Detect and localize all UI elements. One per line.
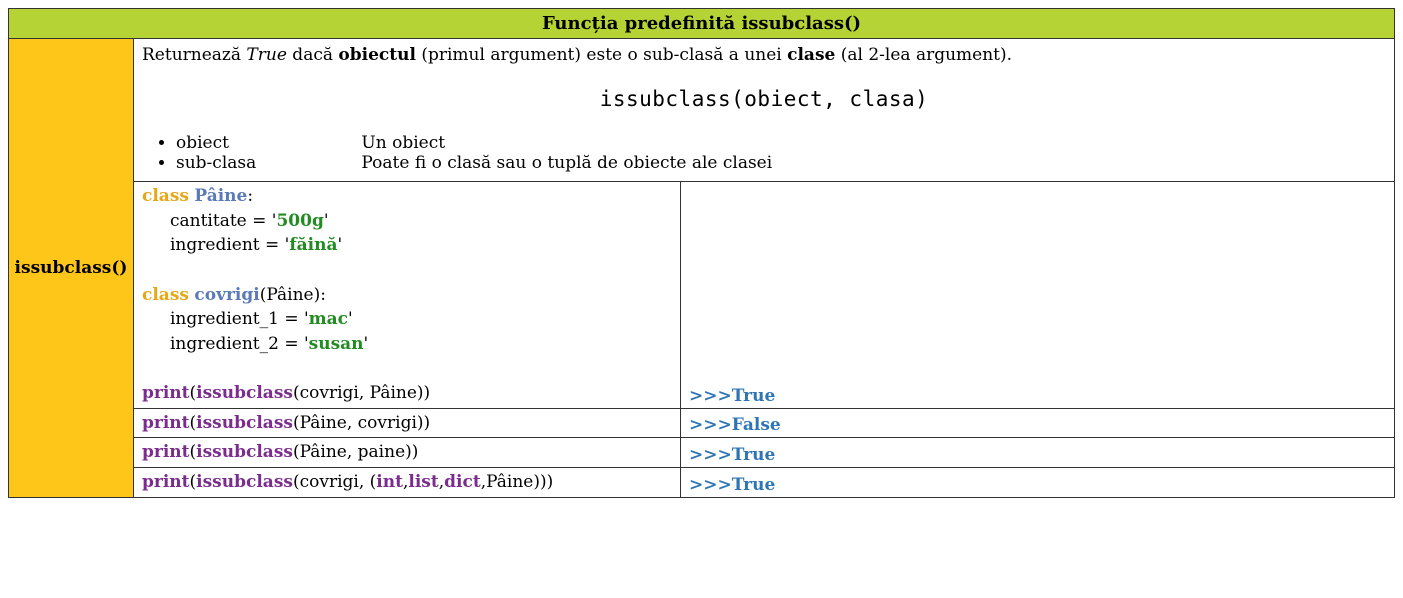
prompt: >>> (689, 475, 732, 495)
prompt: >>> (689, 415, 732, 435)
output-false: False (732, 415, 781, 435)
example-row-2: print(issubclass(Pâine, covrigi)) >>>Fal… (9, 408, 1395, 438)
desc-bold-cls: clase (787, 45, 835, 65)
param-desc: Poate fi o clasă sau o tuplă de obiecte … (361, 153, 772, 173)
function-name-cell: issubclass() (9, 39, 134, 498)
param-name: obiect (176, 133, 356, 153)
fn-issubclass: issubclass (196, 442, 293, 462)
param-item: obiect Un obiect (176, 133, 1386, 153)
output-1: >>>True (681, 182, 1395, 409)
desc-true: True (246, 45, 286, 65)
description-cell: Returnează True dacă obiectul (primul ar… (134, 39, 1395, 182)
kw-class: class (142, 186, 189, 206)
desc-bold-obj: obiectul (338, 45, 416, 65)
code-line-4: print(issubclass(covrigi, (int,list,dict… (134, 468, 681, 498)
fn-print: print (142, 472, 190, 492)
class-name-covrigi: covrigi (194, 285, 259, 305)
prompt: >>> (689, 386, 732, 406)
output-3: >>>True (681, 438, 1395, 468)
output-true: True (732, 386, 776, 406)
type-dict: dict (444, 472, 481, 492)
desc-mid1: dacă (287, 45, 338, 65)
fn-issubclass: issubclass (196, 383, 293, 403)
str-faina: făină (289, 235, 337, 255)
fn-issubclass: issubclass (196, 413, 293, 433)
kw-class: class (142, 285, 189, 305)
param-desc: Un obiect (361, 133, 445, 153)
param-item: sub-clasa Poate fi o clasă sau o tuplă d… (176, 153, 1386, 173)
str-susan: susan (309, 334, 364, 354)
code-line-3: print(issubclass(Pâine, paine)) (134, 438, 681, 468)
str-mac: mac (309, 309, 348, 329)
output-true: True (732, 445, 776, 465)
example-row-3: print(issubclass(Pâine, paine)) >>>True (9, 438, 1395, 468)
code-line-2: print(issubclass(Pâine, covrigi)) (134, 408, 681, 438)
fn-print: print (142, 413, 190, 433)
example-row-1: class Pâine: cantitate = '500g' ingredie… (9, 182, 1395, 409)
fn-issubclass: issubclass (196, 472, 293, 492)
class-name-paine: Pâine (194, 186, 247, 206)
param-name: sub-clasa (176, 153, 356, 173)
str-500g: 500g (276, 211, 323, 231)
desc-suffix: (al 2-lea argument). (835, 45, 1012, 65)
output-true: True (732, 475, 776, 495)
prompt: >>> (689, 445, 732, 465)
function-signature: issubclass(obiect, clasa) (142, 87, 1386, 111)
output-2: >>>False (681, 408, 1395, 438)
example-row-4: print(issubclass(covrigi, (int,list,dict… (9, 468, 1395, 498)
issubclass-table: Funcția predefinită issubclass() issubcl… (8, 8, 1395, 498)
table-header-row: Funcția predefinită issubclass() (9, 9, 1395, 39)
params-list: obiect Un obiect sub-clasa Poate fi o cl… (176, 133, 1386, 173)
type-list: list (408, 472, 438, 492)
description-text: Returnează True dacă obiectul (primul ar… (142, 45, 1386, 65)
desc-mid2: (primul argument) este o sub-clasă a une… (416, 45, 787, 65)
table-title: Funcția predefinită issubclass() (9, 9, 1395, 39)
fn-print: print (142, 442, 190, 462)
output-4: >>>True (681, 468, 1395, 498)
desc-prefix: Returnează (142, 45, 246, 65)
type-int: int (376, 472, 403, 492)
code-block-1: class Pâine: cantitate = '500g' ingredie… (134, 182, 681, 409)
fn-print: print (142, 383, 190, 403)
